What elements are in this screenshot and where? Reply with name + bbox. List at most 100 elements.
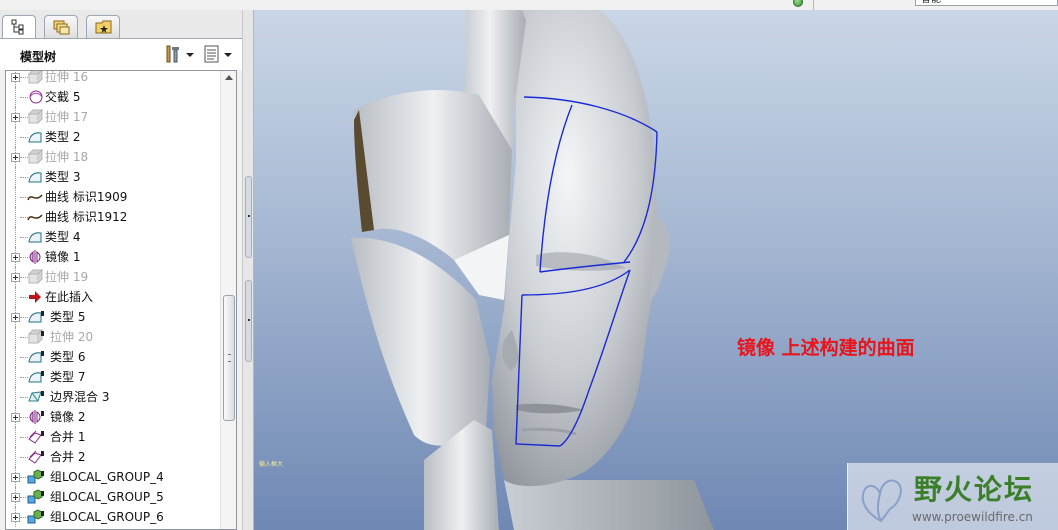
forum-title: 野火论坛 bbox=[914, 473, 1035, 506]
navigator-tabs bbox=[0, 10, 242, 39]
graphics-viewport[interactable]: 镜像 上述构建的曲面 输入框大 野火论坛 www.proewildfire.cn bbox=[254, 10, 1058, 530]
head-surface-model bbox=[351, 10, 714, 530]
splitter-handle-bottom[interactable] bbox=[245, 280, 252, 362]
expand-toggle-icon[interactable] bbox=[11, 513, 20, 522]
tree-item[interactable]: 曲线 标识1909 bbox=[6, 187, 220, 207]
expand-toggle-icon[interactable] bbox=[11, 253, 20, 262]
expand-toggle-icon[interactable] bbox=[11, 273, 20, 282]
tree-item[interactable]: 曲线 标识1912 bbox=[6, 207, 220, 227]
tree-item[interactable]: 类型 6 bbox=[6, 347, 220, 367]
model-tree: 拉伸 16 交截 5 拉伸 17 类型 2 拉伸 18 类型 3 曲线 标识1909 曲线 标… bbox=[5, 70, 237, 530]
tree-item-label: 类型 2 bbox=[45, 130, 81, 144]
navigator-panel: 模型树 拉伸 16 交截 5 拉伸 17 类型 2 拉伸 18 类型 3 曲线 标识1909… bbox=[0, 10, 242, 530]
expand-toggle-icon[interactable] bbox=[11, 73, 20, 82]
pin-marker-icon bbox=[41, 411, 44, 416]
expand-toggle-icon[interactable] bbox=[11, 493, 20, 502]
tree-item[interactable]: 组LOCAL_GROUP_5 bbox=[6, 487, 220, 507]
tree-item-label: 组LOCAL_GROUP_6 bbox=[50, 510, 164, 524]
tree-scrollbar[interactable] bbox=[220, 71, 236, 529]
tree-item[interactable]: 交截 5 bbox=[6, 87, 220, 107]
insert-here-icon bbox=[27, 289, 43, 305]
intersect-icon bbox=[27, 89, 43, 105]
tree-item-label: 拉伸 16 bbox=[45, 70, 89, 84]
surface-icon bbox=[27, 169, 43, 185]
pin-marker-icon bbox=[41, 431, 44, 436]
tree-settings-button[interactable] bbox=[164, 44, 196, 66]
forum-url: www.proewildfire.cn bbox=[912, 510, 1033, 524]
tree-item-label: 镜像 2 bbox=[50, 410, 86, 424]
tree-item-label: 合并 2 bbox=[50, 450, 86, 464]
tree-item[interactable]: 合并 2 bbox=[6, 447, 220, 467]
tree-item-label: 交截 5 bbox=[45, 90, 81, 104]
tree-item-label: 类型 3 bbox=[45, 170, 81, 184]
pin-marker-icon bbox=[41, 331, 44, 336]
tree-item[interactable]: 合并 1 bbox=[6, 427, 220, 447]
panel-title: 模型树 bbox=[20, 50, 57, 64]
pin-marker-icon bbox=[41, 371, 44, 376]
tree-item[interactable]: 组LOCAL_GROUP_6 bbox=[6, 507, 220, 527]
tree-item-label: 拉伸 19 bbox=[45, 270, 89, 284]
forum-logo-icon bbox=[861, 479, 902, 523]
pin-marker-icon bbox=[41, 311, 44, 316]
tree-show-button[interactable] bbox=[202, 44, 234, 66]
tree-item[interactable]: 镜像 2 bbox=[6, 407, 220, 427]
tree-item[interactable]: 在此插入 bbox=[6, 287, 220, 307]
tree-item[interactable]: 拉伸 20 bbox=[6, 327, 220, 347]
tree-item[interactable]: 类型 5 bbox=[6, 307, 220, 327]
tab-favorites[interactable] bbox=[86, 15, 120, 38]
viewport-small-label: 输入框大 bbox=[259, 461, 284, 468]
expand-toggle-icon[interactable] bbox=[11, 113, 20, 122]
list-settings-icon bbox=[204, 45, 219, 63]
folder-browser-icon bbox=[53, 20, 70, 35]
tree-item[interactable]: 类型 4 bbox=[6, 227, 220, 247]
tree-list: 拉伸 16 交截 5 拉伸 17 类型 2 拉伸 18 类型 3 曲线 标识1909 曲线 标… bbox=[6, 70, 220, 527]
tree-item-label: 组LOCAL_GROUP_4 bbox=[50, 470, 164, 484]
tree-item-label: 拉伸 20 bbox=[50, 330, 94, 344]
pin-marker-icon bbox=[41, 391, 44, 396]
tree-item-label: 类型 5 bbox=[50, 310, 86, 324]
tree-item[interactable]: 边界混合 3 bbox=[6, 387, 220, 407]
regeneration-status-icon[interactable] bbox=[793, 0, 803, 7]
tree-item[interactable]: 拉伸 16 bbox=[6, 70, 220, 87]
toolbar-divider bbox=[813, 0, 814, 10]
expand-toggle-icon[interactable] bbox=[11, 413, 20, 422]
tree-item[interactable]: 拉伸 18 bbox=[6, 147, 220, 167]
pin-marker-icon bbox=[41, 491, 44, 496]
scrollbar-thumb[interactable] bbox=[223, 295, 235, 421]
tree-item-label: 合并 1 bbox=[50, 430, 86, 444]
panel-splitter[interactable] bbox=[242, 10, 254, 530]
annotation-text: 镜像 上述构建的曲面 bbox=[737, 337, 915, 359]
tree-item-label: 类型 7 bbox=[50, 370, 86, 384]
tree-item-label: 拉伸 17 bbox=[45, 110, 89, 124]
tree-item-label: 曲线 标识1912 bbox=[45, 210, 128, 224]
scroll-up-arrow-icon[interactable] bbox=[225, 75, 233, 80]
extrude-icon bbox=[27, 108, 44, 125]
pin-marker-icon bbox=[41, 511, 44, 516]
curve-icon bbox=[27, 209, 43, 225]
forum-watermark: 野火论坛 www.proewildfire.cn bbox=[847, 463, 1058, 530]
pin-marker-icon bbox=[41, 351, 44, 356]
expand-toggle-icon[interactable] bbox=[11, 473, 20, 482]
tree-item[interactable]: 组LOCAL_GROUP_4 bbox=[6, 467, 220, 487]
tree-item[interactable]: 类型 2 bbox=[6, 127, 220, 147]
tree-item-label: 镜像 1 bbox=[45, 250, 81, 264]
tree-item-label: 组LOCAL_GROUP_5 bbox=[50, 490, 164, 504]
mirror-icon bbox=[27, 249, 43, 265]
expand-toggle-icon[interactable] bbox=[11, 313, 20, 322]
tree-item[interactable]: 类型 3 bbox=[6, 167, 220, 187]
tree-item[interactable]: 类型 7 bbox=[6, 367, 220, 387]
splitter-handle-top[interactable] bbox=[245, 176, 252, 258]
tab-model-tree[interactable] bbox=[2, 15, 36, 39]
extrude-icon bbox=[27, 268, 44, 285]
extrude-icon bbox=[27, 148, 44, 165]
tree-item[interactable]: 拉伸 19 bbox=[6, 267, 220, 287]
top-toolbar-strip: 智能 bbox=[0, 0, 1058, 10]
filter-selector[interactable]: 智能 bbox=[915, 0, 1058, 6]
tab-folder-browser[interactable] bbox=[44, 15, 78, 38]
pin-marker-icon bbox=[41, 451, 44, 456]
tree-item[interactable]: 拉伸 17 bbox=[6, 107, 220, 127]
tree-item[interactable]: 镜像 1 bbox=[6, 247, 220, 267]
tools-icon bbox=[166, 45, 179, 63]
expand-toggle-icon[interactable] bbox=[11, 153, 20, 162]
tree-item-label: 类型 6 bbox=[50, 350, 86, 364]
